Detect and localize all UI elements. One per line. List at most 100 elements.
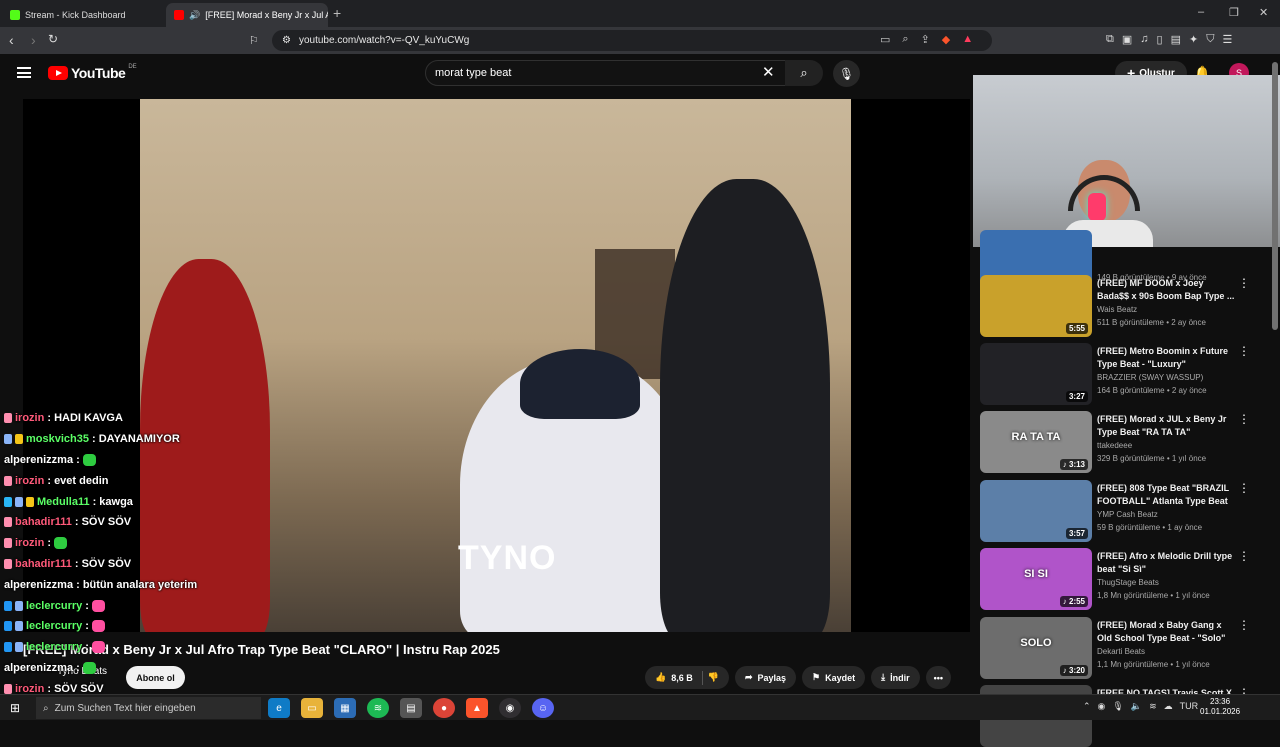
cloud-icon[interactable]: ☁ [1164,701,1173,712]
search-button[interactable]: ⌕ [785,60,823,86]
chat-username[interactable]: leclercurry [26,620,82,632]
brave-icon[interactable]: ▲ [466,698,488,718]
chat-username[interactable]: alperenizzma [4,662,73,674]
video-thumbnail[interactable]: SOLO ♪ 3:20 [980,617,1092,679]
screenshot-icon[interactable]: ▣ [1122,33,1132,46]
recommended-video[interactable]: SOLO ♪ 3:20 (FREE) Morad x Baby Gang x Old… [980,617,1272,679]
video-title-link[interactable]: (FREE) Morad x JUL x Beny Jr Type Beat "… [1097,413,1237,439]
site-info-icon[interactable]: ⚙ [282,35,291,46]
share-icon[interactable]: ⇪ [921,33,930,46]
forward-icon[interactable]: › [31,32,36,48]
chat-username[interactable]: irozin [15,537,44,549]
calculator-icon[interactable]: ▤ [400,698,422,718]
like-button[interactable]: 👍 8,6 B 👎 [645,666,729,689]
video-thumbnail[interactable]: RA TA TA ♪ 3:13 [980,411,1092,473]
language-indicator[interactable]: TUR [1180,701,1199,712]
zoom-icon[interactable]: ⌕ [902,33,908,46]
more-actions-button[interactable]: ••• [925,666,952,689]
recommended-video[interactable]: 3:27 (FREE) Metro Boomin x Future Type Be… [980,343,1272,405]
clear-search-icon[interactable]: ✕ [762,63,775,81]
youtube-logo[interactable]: YouTube DE [48,64,137,81]
chat-username[interactable]: leclercurry [26,641,82,653]
edge-icon[interactable]: e [268,698,290,718]
sidebar-icon[interactable]: ▯ [1157,33,1163,46]
music-icon[interactable]: ♫ [1140,33,1148,46]
wifi-icon[interactable]: ≋ [1149,701,1157,712]
recommended-video[interactable]: 5:55 (FREE) MF DOOM x Joey Bada$$ x 90s B… [980,275,1272,337]
volume-icon[interactable]: 🔈 [1131,701,1142,712]
chat-username[interactable]: bahadir111 [15,558,72,570]
file-explorer-icon[interactable]: ▭ [301,698,323,718]
speaker-icon[interactable]: 🔊 [189,10,200,21]
more-options-icon[interactable]: ⋮ [1238,618,1250,632]
vpn-icon[interactable]: ⛉ [1206,33,1214,46]
guide-menu-icon[interactable] [17,67,31,78]
brave-rewards-icon[interactable]: ▲ [962,33,973,46]
more-options-icon[interactable]: ⋮ [1238,276,1250,290]
more-options-icon[interactable]: ⋮ [1238,344,1250,358]
close-window-button[interactable]: ✕ [1259,6,1268,19]
chat-username[interactable]: irozin [15,683,44,695]
extensions-icon[interactable]: ⧉ [1106,33,1114,46]
cast-icon[interactable]: ▭ [880,33,890,46]
video-thumbnail[interactable]: 5:55 [980,275,1092,337]
chat-username[interactable]: irozin [15,475,44,487]
back-icon[interactable]: ‹ [9,32,14,48]
channel-name-link[interactable]: ttakedeee [1097,441,1132,450]
chat-username[interactable]: irozin [15,412,44,424]
voice-search-button[interactable]: 🎙 [833,60,860,87]
chat-username[interactable]: bahadir111 [15,516,72,528]
chrome-icon[interactable]: ● [433,698,455,718]
chat-username[interactable]: alperenizzma [4,454,73,466]
channel-name-link[interactable]: Dekarti Beats [1097,647,1145,656]
channel-name-link[interactable]: BRAZZIER (SWAY WASSUP) [1097,373,1203,382]
leo-ai-icon[interactable]: ✦ [1189,33,1198,46]
share-button[interactable]: ➦ Paylaş [734,666,797,689]
tab-youtube-video[interactable]: 🔊 [FREE] Morad x Beny Jr x Jul Afro ✕ [166,3,328,27]
chevron-up-icon[interactable]: ⌃ [1083,701,1091,712]
download-button[interactable]: ⤓ İndir [871,666,920,689]
store-icon[interactable]: ▦ [334,698,356,718]
windows-start-icon[interactable]: ⊞ [10,701,20,715]
video-thumbnail[interactable]: 3:57 [980,480,1092,542]
video-title-link[interactable]: (FREE) MF DOOM x Joey Bada$$ x 90s Boom … [1097,277,1237,303]
new-tab-button[interactable]: + [333,5,341,21]
save-button[interactable]: ⚑ Kaydet [802,666,866,689]
maximize-button[interactable]: ❐ [1229,6,1239,19]
more-options-icon[interactable]: ⋮ [1238,412,1250,426]
chat-username[interactable]: alperenizzma [4,579,73,591]
recommended-video[interactable]: RA TA TA ♪ 3:13 (FREE) Morad x JUL x Beny … [980,411,1272,473]
obs-icon[interactable]: ◉ [499,698,521,718]
menu-icon[interactable]: ☰ [1222,33,1232,46]
more-options-icon[interactable]: ⋮ [1238,549,1250,563]
channel-name-link[interactable]: YMP Cash Beatz [1097,510,1158,519]
video-thumbnail[interactable]: SI SI ♪ 2:55 [980,548,1092,610]
page-scrollbar[interactable] [1272,62,1278,330]
chat-username[interactable]: leclercurry [26,600,82,612]
video-title-link[interactable]: (FREE) Metro Boomin x Future Type Beat -… [1097,345,1237,371]
more-options-icon[interactable]: ⋮ [1238,481,1250,495]
tab-kick-dashboard[interactable]: Stream - Kick Dashboard [2,3,164,27]
search-input[interactable]: morat type beat [425,60,786,86]
video-title-link[interactable]: (FREE) Afro x Melodic Drill type beat "S… [1097,550,1237,576]
channel-name-link[interactable]: Wais Beatz [1097,305,1137,314]
taskbar-clock[interactable]: 23:36 01.01.2026 [1200,697,1240,717]
recommended-video[interactable]: SI SI ♪ 2:55 (FREE) Afro x Melodic Drill t… [980,548,1272,610]
brave-shield-icon[interactable]: ◆ [942,33,950,46]
channel-name-link[interactable]: ThugStage Beats [1097,578,1159,587]
minimize-button[interactable]: – [1198,6,1204,18]
reload-icon[interactable]: ↻ [48,32,58,46]
microphone-tray-icon[interactable]: 🎙 [1112,701,1123,712]
chat-username[interactable]: moskvich35 [26,433,89,445]
taskbar-search-input[interactable]: ⌕ Zum Suchen Text hier eingeben [36,697,261,719]
video-thumbnail[interactable]: 3:27 [980,343,1092,405]
spotify-icon[interactable]: ≋ [367,698,389,718]
security-icon[interactable]: ◉ [1098,701,1106,712]
thumbs-down-icon[interactable]: 👎 [708,672,719,683]
discord-icon[interactable]: ☺ [532,698,554,718]
wallet-icon[interactable]: ▤ [1171,33,1181,46]
recommended-video[interactable]: 3:57 (FREE) 808 Type Beat "BRAZIL FOOTBAL… [980,480,1272,542]
chat-username[interactable]: Medulla11 [37,496,90,508]
video-title-link[interactable]: (FREE) Morad x Baby Gang x Old School Ty… [1097,619,1237,645]
bookmark-icon[interactable]: ⚐ [249,34,259,47]
